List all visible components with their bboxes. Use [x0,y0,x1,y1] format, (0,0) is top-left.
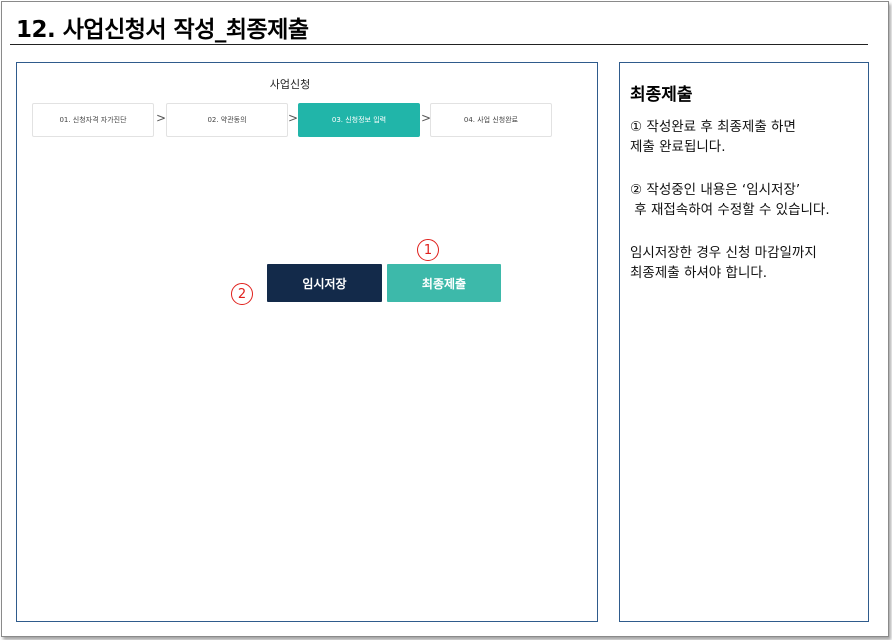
temp-save-button[interactable]: 임시저장 [267,264,382,302]
annotation-marker-1: 1 [417,239,439,261]
step-1-self-diagnosis[interactable]: 01. 신청자격 자가진단 [32,103,154,137]
step-2-terms-agreement[interactable]: 02. 약관동의 [166,103,288,137]
application-header: 사업신청 [269,78,311,91]
annotation-marker-2: 2 [231,283,253,305]
chevron-right-icon: > [156,111,167,125]
final-submit-button[interactable]: 최종제출 [387,264,501,302]
step-3-application-info[interactable]: 03. 신청정보 입력 [298,103,420,137]
screenshot-panel [16,62,598,622]
note-temp-save: ② 작성중인 내용은 ‘임시저장’ 후 재접속하여 수정할 수 있습니다. [630,182,830,218]
note-final-submit: ① 작성완료 후 최종제출 하면 제출 완료됩니다. [630,119,796,155]
page-title: 12. 사업신청서 작성_최종제출 [16,17,309,43]
title-divider [10,44,868,45]
side-panel-title: 최종제출 [630,85,693,105]
chevron-right-icon: > [288,111,299,125]
note-deadline: 임시저장한 경우 신청 마감일까지 최종제출 하셔야 합니다. [630,245,817,281]
step-4-application-complete[interactable]: 04. 사업 신청완료 [430,103,552,137]
